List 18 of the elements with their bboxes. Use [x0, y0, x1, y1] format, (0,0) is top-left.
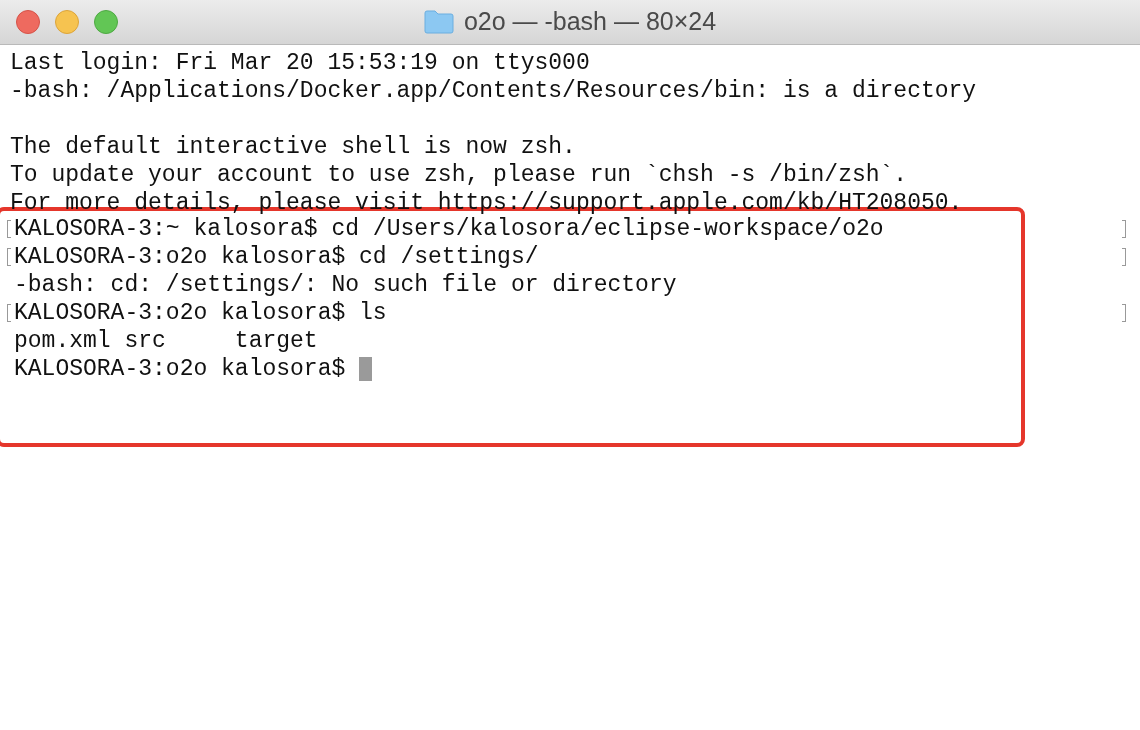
terminal-line: KALOSORA-3:o2o kalosora$ ls	[14, 298, 387, 328]
line-mark-icon	[1122, 220, 1126, 238]
terminal-line: -bash: cd: /settings/: No such file or directory	[14, 270, 677, 300]
line-mark-icon	[1122, 248, 1126, 266]
close-button[interactable]	[16, 10, 40, 34]
folder-icon	[423, 10, 454, 34]
terminal-line: KALOSORA-3:o2o kalosora$ cd /settings/	[14, 242, 539, 272]
maximize-button[interactable]	[94, 10, 118, 34]
window-title: o2o — -bash — 80×24	[463, 6, 717, 38]
terminal-line: KALOSORA-3:o2o kalosora$	[14, 354, 347, 384]
line-mark-icon	[1122, 304, 1126, 322]
terminal-line: pom.xml src target	[14, 326, 318, 356]
terminal-line: To update your account to use zsh, please run `chsh -s /bin/zsh`.	[10, 160, 908, 190]
terminal-line: KALOSORA-3:~ kalosora$ cd /Users/kalosora/eclipse-workspace/o2o	[14, 214, 884, 244]
terminal-line: Last login: Fri Mar 20 15:53:19 on ttys000	[10, 48, 590, 78]
terminal-line: The default interactive shell is now zsh.	[10, 132, 576, 162]
terminal-line: -bash: /Applications/Docker.app/Contents/Resources/bin: is a directory	[10, 76, 977, 106]
minimize-button[interactable]	[55, 10, 79, 34]
